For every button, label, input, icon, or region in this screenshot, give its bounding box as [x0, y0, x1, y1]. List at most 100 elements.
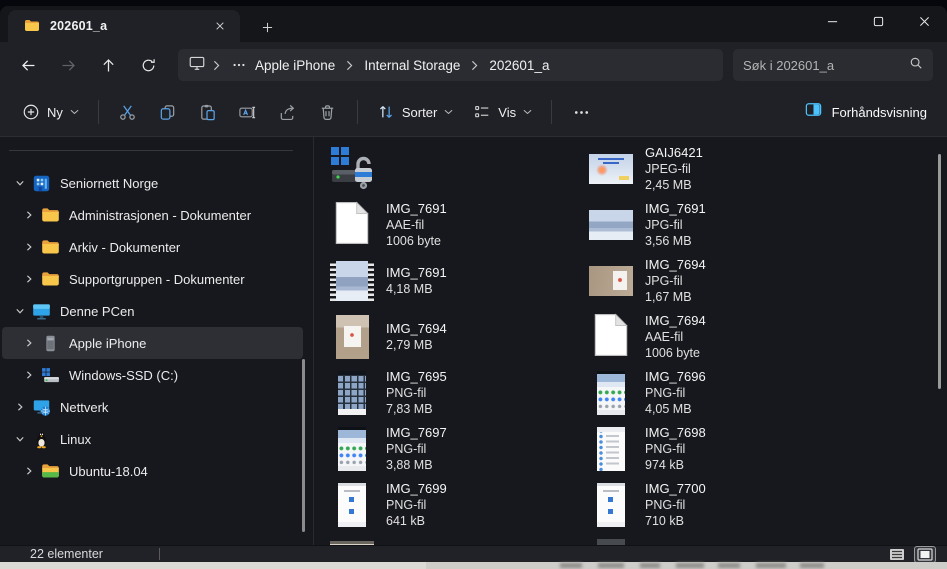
phone-icon: [41, 334, 60, 353]
forward-button[interactable]: [52, 49, 84, 81]
file-tile[interactable]: IMG_7699 PNG-fil 641 kB: [328, 477, 578, 533]
file-type: PNG-fil: [386, 498, 427, 512]
file-tile[interactable]: IMG_7697 PNG-fil 3,88 MB: [328, 421, 578, 477]
file-size: 3,56 MB: [645, 234, 692, 248]
file-name: GAIJ6421: [645, 145, 703, 160]
rename-button[interactable]: [228, 94, 268, 130]
file-tile[interactable]: IMG_7691 JPG-fil 3,56 MB: [587, 197, 932, 253]
file-tile[interactable]: [328, 141, 578, 197]
file-tile[interactable]: IMG_7696 PNG-fil 4,05 MB: [587, 365, 932, 421]
sidebar-scrollbar[interactable]: [302, 359, 305, 532]
folder-icon: [41, 206, 60, 225]
sidebar-item-label: Seniornett Norge: [60, 175, 159, 191]
delete-button[interactable]: [308, 94, 348, 130]
file-name: IMG_7697: [386, 425, 447, 440]
file-tile[interactable]: IMG_7698 PNG-fil 974 kB: [587, 421, 932, 477]
file-tile[interactable]: IMG_7695 PNG-fil 7,83 MB: [328, 365, 578, 421]
breadcrumb-item[interactable]: Internal Storage: [360, 56, 464, 75]
file-tile[interactable]: IMG_7694 JPG-fil 1,67 MB: [587, 253, 932, 309]
file-grid: IMG_7691 AAE-fil 1006 byte IMG_7691 4,18…: [314, 137, 947, 545]
sidebar-item-denne-pcen[interactable]: Denne PCen: [2, 295, 303, 327]
paste-icon: [198, 103, 217, 122]
paste-button[interactable]: [188, 94, 228, 130]
chevron-right-icon[interactable]: [21, 370, 37, 380]
sidebar-item-label: Supportgruppen - Dokumenter: [69, 271, 245, 287]
share-button[interactable]: [268, 94, 308, 130]
file-tile[interactable]: IMG_7691 4,18 MB: [328, 253, 578, 309]
file-size: 641 kB: [386, 514, 425, 528]
tux-icon: [32, 430, 51, 449]
file-type: PNG-fil: [645, 386, 686, 400]
file-tile[interactable]: IMG_E7601: [587, 533, 932, 545]
screen: 202601_a Apple iPhone Internal Storage 202…: [0, 0, 947, 569]
breadcrumb-item[interactable]: Apple iPhone: [251, 56, 339, 75]
image-thumbnail: [597, 483, 625, 527]
sidebar-item-nettverk[interactable]: Nettverk: [2, 391, 303, 423]
close-button[interactable]: [901, 6, 947, 36]
new-button[interactable]: Ny: [12, 94, 89, 130]
chevron-right-icon[interactable]: [21, 338, 37, 348]
sidebar-item-arkiv-dokumenter[interactable]: Arkiv - Dokumenter: [2, 231, 303, 263]
preview-toggle-label: Forhåndsvisning: [831, 104, 927, 120]
more-options-button[interactable]: [561, 94, 601, 130]
file-tile[interactable]: IMG_7701: [328, 533, 578, 545]
chevron-down-icon[interactable]: [12, 434, 28, 444]
this-pc-icon[interactable]: [188, 54, 206, 77]
sidebar-item-apple-iphone[interactable]: Apple iPhone: [2, 327, 303, 359]
breadcrumb-overflow-button[interactable]: [231, 57, 247, 73]
chevron-right-icon[interactable]: [21, 466, 37, 476]
file-tile[interactable]: IMG_7700 PNG-fil 710 kB: [587, 477, 932, 533]
chevron-right-icon[interactable]: [21, 210, 37, 220]
sidebar-item-windows-ssd-c[interactable]: Windows-SSD (C:): [2, 359, 303, 391]
image-thumbnail: [597, 371, 625, 415]
search-input[interactable]: [743, 57, 909, 73]
file-size: 2,79 MB: [386, 338, 433, 352]
sidebar-item-linux[interactable]: Linux: [2, 423, 303, 455]
new-tab-button[interactable]: [256, 16, 278, 38]
breadcrumb-item[interactable]: 202601_a: [485, 56, 553, 75]
chevron-down-icon: [523, 109, 532, 115]
file-name: IMG_7696: [645, 369, 706, 384]
file-tile[interactable]: GAIJ6421 JPEG-fil 2,45 MB: [587, 141, 932, 197]
file-type: JPG-fil: [645, 274, 683, 288]
monitor-icon: [32, 302, 51, 321]
sidebar-item-administrasjonen-dokumenter[interactable]: Administrasjonen - Dokumenter: [2, 199, 303, 231]
cut-button[interactable]: [108, 94, 148, 130]
file-size: 7,83 MB: [386, 402, 433, 416]
file-tile[interactable]: IMG_7694 AAE-fil 1006 byte: [587, 309, 932, 365]
address-bar-row: Apple iPhone Internal Storage 202601_a: [0, 42, 947, 88]
chevron-right-icon[interactable]: [21, 274, 37, 284]
sidebar-item-ubuntu-18-04[interactable]: Ubuntu-18.04: [2, 455, 303, 487]
refresh-button[interactable]: [132, 49, 164, 81]
copy-button[interactable]: [148, 94, 188, 130]
details-view-button[interactable]: [887, 547, 907, 562]
preview-toggle-button[interactable]: Forhåndsvisning: [798, 94, 933, 130]
chevron-right-icon[interactable]: [21, 242, 37, 252]
breadcrumb[interactable]: Apple iPhone Internal Storage 202601_a: [178, 49, 723, 81]
sidebar-item-seniornett-norge[interactable]: Seniornett Norge: [2, 167, 303, 199]
chevron-right-icon[interactable]: [12, 402, 28, 412]
up-button[interactable]: [92, 49, 124, 81]
sort-icon: [377, 103, 395, 121]
file-tile[interactable]: IMG_7694 2,79 MB: [328, 309, 578, 365]
view-button[interactable]: Vis: [463, 94, 542, 130]
file-grid-scrollbar[interactable]: [938, 154, 941, 389]
sidebar-item-supportgruppen-dokumenter[interactable]: Supportgruppen - Dokumenter: [2, 263, 303, 295]
file-name: IMG_7691: [386, 201, 447, 216]
windows-drive-icon: [41, 366, 60, 385]
tab-close-icon[interactable]: [210, 16, 230, 36]
sort-button[interactable]: Sorter: [367, 94, 463, 130]
file-tile[interactable]: IMG_7691 AAE-fil 1006 byte: [328, 197, 578, 253]
chevron-down-icon[interactable]: [12, 178, 28, 188]
back-button[interactable]: [12, 49, 44, 81]
file-column-1: IMG_7691 AAE-fil 1006 byte IMG_7691 4,18…: [328, 141, 578, 545]
search-box[interactable]: [733, 49, 933, 81]
sidebar-item-label: Administrasjonen - Dokumenter: [69, 207, 252, 223]
toolbar-divider: [97, 100, 99, 124]
chevron-down-icon[interactable]: [12, 306, 28, 316]
large-icons-view-button[interactable]: [914, 545, 936, 563]
rename-icon: [238, 103, 257, 122]
explorer-tab[interactable]: 202601_a: [8, 10, 240, 42]
maximize-button[interactable]: [855, 6, 901, 36]
minimize-button[interactable]: [809, 6, 855, 36]
